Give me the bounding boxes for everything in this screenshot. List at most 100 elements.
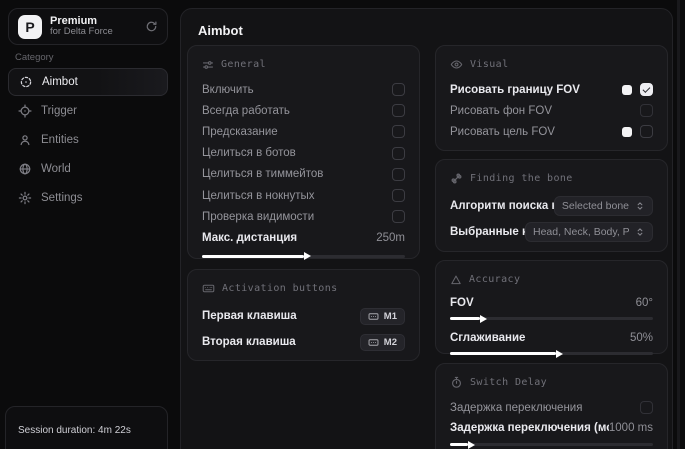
- card-title: Switch Delay: [470, 377, 547, 388]
- setting-label: Включить: [202, 84, 254, 96]
- setting-row-switch-delay-toggle: Задержка переключения: [450, 397, 653, 418]
- keyboard-icon: [368, 337, 379, 348]
- visual-card-header: Visual: [450, 57, 653, 72]
- triangle-icon: [450, 274, 462, 286]
- setting-row-target-teammates: Целиться в тиммейтов: [202, 164, 405, 185]
- fov-slider[interactable]: [450, 317, 653, 320]
- bones-card-header: Finding the bone: [450, 171, 653, 186]
- fov-background-checkbox[interactable]: [640, 104, 653, 117]
- visual-card: Visual Рисовать границу FOV Рисовать фон…: [435, 45, 668, 151]
- sidebar-item-trigger[interactable]: Trigger: [8, 97, 168, 125]
- setting-label: Рисовать цель FOV: [450, 126, 555, 138]
- smoothing-value: 50%: [630, 332, 653, 344]
- setting-row-enable: Включить: [202, 79, 405, 100]
- category-label: Category: [15, 52, 54, 63]
- timer-icon: [450, 376, 463, 389]
- max-distance-slider[interactable]: [202, 255, 405, 258]
- switch-delay-value: 1000 ms: [609, 422, 653, 434]
- switch-delay-slider[interactable]: [450, 443, 653, 446]
- trigger-icon: [18, 104, 32, 118]
- fov-target-color-swatch[interactable]: [622, 127, 632, 137]
- setting-row-target-knocked: Целиться в нокнутых: [202, 185, 405, 206]
- sidebar-item-entities[interactable]: Entities: [8, 126, 168, 154]
- setting-row-switch-delay-ms: Задержка переключения (мс) 1000 ms: [450, 418, 653, 437]
- selected-bones-select[interactable]: Head, Neck, Body, Pe..: [525, 222, 653, 242]
- second-key-button[interactable]: M2: [360, 334, 405, 351]
- setting-label: Предсказание: [202, 126, 278, 138]
- setting-label: Проверка видимости: [202, 211, 314, 223]
- refresh-icon[interactable]: [145, 20, 158, 33]
- switch-delay-checkbox[interactable]: [640, 401, 653, 414]
- bone-algorithm-select[interactable]: Selected bone: [554, 196, 653, 216]
- slider-fill: [450, 317, 480, 320]
- sidebar: P Premium for Delta Force Category Aimbo…: [0, 0, 176, 449]
- smoothing-slider[interactable]: [450, 352, 653, 355]
- gear-icon: [18, 191, 32, 205]
- setting-row-fov: FOV 60°: [450, 294, 653, 311]
- brand-text: Premium for Delta Force: [50, 15, 137, 39]
- max-distance-value: 250m: [376, 232, 405, 244]
- select-value: Head, Neck, Body, Pe..: [533, 226, 629, 238]
- sliders-icon: [202, 59, 214, 71]
- card-title: Accuracy: [469, 274, 520, 285]
- keyboard-icon: [368, 311, 379, 322]
- fov-border-checkbox[interactable]: [640, 83, 653, 96]
- sidebar-item-label: Aimbot: [42, 76, 78, 88]
- setting-label: Целиться в ботов: [202, 147, 296, 159]
- sidebar-item-label: Trigger: [41, 105, 77, 117]
- setting-label: Первая клавиша: [202, 310, 297, 322]
- keybind-value: M1: [384, 311, 397, 322]
- keybind-value: M2: [384, 337, 397, 348]
- prediction-checkbox[interactable]: [392, 125, 405, 138]
- setting-label: Сглаживание: [450, 332, 525, 344]
- always-work-checkbox[interactable]: [392, 104, 405, 117]
- entities-icon: [18, 133, 32, 147]
- setting-row-visibility-check: Проверка видимости: [202, 206, 405, 227]
- setting-label: Алгоритм поиска кост: [450, 200, 568, 212]
- first-key-button[interactable]: M1: [360, 308, 405, 325]
- visibility-check-checkbox[interactable]: [392, 210, 405, 223]
- bone-icon: [450, 172, 463, 185]
- fov-border-color-swatch[interactable]: [622, 85, 632, 95]
- setting-label: Рисовать фон FOV: [450, 105, 552, 117]
- sidebar-item-settings[interactable]: Settings: [8, 184, 168, 212]
- setting-row-smoothing: Сглаживание 50%: [450, 329, 653, 346]
- unfold-icon: [635, 227, 645, 237]
- globe-icon: [18, 162, 32, 176]
- session-box: Session duration: 4m 22s: [5, 406, 168, 449]
- setting-label: Целиться в тиммейтов: [202, 168, 323, 180]
- target-bots-checkbox[interactable]: [392, 147, 405, 160]
- setting-label: Задержка переключения: [450, 402, 582, 414]
- fov-target-checkbox[interactable]: [640, 125, 653, 138]
- brand-subtitle: for Delta Force: [50, 27, 137, 38]
- session-duration: Session duration: 4m 22s: [18, 425, 155, 436]
- sidebar-item-world[interactable]: World: [8, 155, 168, 183]
- target-teammates-checkbox[interactable]: [392, 168, 405, 181]
- target-knocked-checkbox[interactable]: [392, 189, 405, 202]
- enable-checkbox[interactable]: [392, 83, 405, 96]
- slider-fill: [450, 352, 556, 355]
- sidebar-item-aimbot[interactable]: Aimbot: [8, 68, 168, 96]
- setting-row-fov-border: Рисовать границу FOV: [450, 79, 653, 100]
- setting-row-second-key: Вторая клавиша M2: [202, 329, 405, 355]
- card-title: Activation buttons: [222, 283, 338, 294]
- sidebar-item-label: World: [41, 163, 71, 175]
- setting-label: Вторая клавиша: [202, 336, 296, 348]
- page-title: Aimbot: [198, 23, 243, 38]
- select-value: Selected bone: [562, 200, 629, 212]
- accuracy-card: Accuracy FOV 60° Сглаживание 50%: [435, 260, 668, 354]
- switch-delay-card: Switch Delay Задержка переключения Задер…: [435, 363, 668, 449]
- card-title: Finding the bone: [470, 173, 573, 184]
- setting-row-bone-algorithm: Алгоритм поиска кост Selected bone: [450, 193, 653, 219]
- setting-label: Целиться в нокнутых: [202, 190, 315, 202]
- activation-card-header: Activation buttons: [202, 281, 405, 296]
- sidebar-item-label: Settings: [41, 192, 83, 204]
- eye-icon: [450, 58, 463, 71]
- main-panel: Aimbot General Включить Всегда работать …: [180, 8, 673, 449]
- brand-box: P Premium for Delta Force: [8, 8, 168, 45]
- switch-delay-card-header: Switch Delay: [450, 375, 653, 390]
- slider-fill: [202, 255, 304, 258]
- scrollbar-track[interactable]: [677, 0, 680, 449]
- accuracy-card-header: Accuracy: [450, 272, 653, 287]
- setting-label: Всегда работать: [202, 105, 290, 117]
